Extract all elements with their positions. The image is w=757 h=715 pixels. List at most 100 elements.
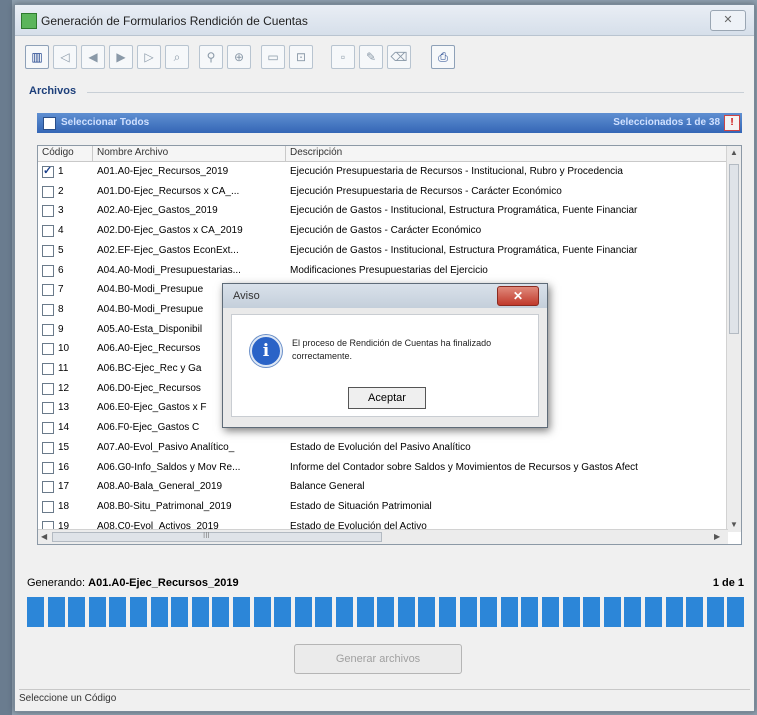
zoom-icon[interactable]: ⊕ (227, 45, 251, 69)
cell-description: Ejecución Presupuestaria de Recursos - C… (290, 185, 562, 197)
scroll-left-icon[interactable]: ◀ (41, 532, 47, 541)
title-bar: Generación de Formularios Rendición de C… (15, 5, 754, 36)
progress-block (253, 597, 271, 627)
row-checkbox[interactable] (42, 185, 54, 198)
row-checkbox[interactable] (42, 244, 54, 257)
row-checkbox[interactable] (42, 500, 54, 513)
select-all-label[interactable]: Seleccionar Todos (61, 117, 149, 128)
cell-description: Ejecución de Gastos - Institucional, Est… (290, 244, 638, 256)
scroll-up-icon[interactable]: ▲ (730, 148, 738, 157)
column-divider[interactable] (92, 146, 93, 161)
table-row[interactable]: 15 A07.A0-Evol_Pasivo Analítico_ Estado de… (38, 438, 728, 458)
cell-description: Informe del Contador sobre Saldos y Movi… (290, 461, 638, 473)
progress-block (418, 597, 436, 627)
table-row[interactable]: 17 A08.A0-Bala_General_2019 Balance Genera… (38, 477, 728, 497)
row-checkbox[interactable] (42, 402, 54, 415)
cell-code: 7 (58, 284, 64, 296)
table-row[interactable]: 18 A08.B0-Situ_Patrimonal_2019 Estado de S… (38, 497, 728, 517)
desktop-background (0, 0, 12, 715)
progress-block (130, 597, 147, 627)
cell-file-name: A02.D0-Ejec_Gastos x CA_2019 (97, 225, 243, 237)
row-checkbox[interactable] (42, 225, 54, 238)
row-checkbox[interactable] (42, 343, 54, 356)
row-checkbox[interactable] (42, 382, 54, 395)
row-checkbox[interactable] (42, 481, 54, 494)
table-row[interactable]: 4 A02.D0-Ejec_Gastos x CA_2019 Ejecución d… (38, 221, 728, 241)
save-icon[interactable]: ▭ (261, 45, 285, 69)
cell-description: Ejecución de Gastos - Institucional, Est… (290, 205, 638, 217)
info-icon[interactable]: ! (724, 115, 740, 131)
print-icon[interactable]: ⎙ (431, 45, 455, 69)
group-divider (87, 92, 744, 93)
column-header-code[interactable]: Código (42, 147, 74, 158)
cell-file-name: A04.A0-Modi_Presupuestarias... (97, 264, 241, 276)
row-checkbox[interactable] (42, 205, 54, 218)
cell-code: 15 (58, 441, 70, 453)
row-checkbox[interactable] (42, 166, 54, 178)
table-row[interactable]: 6 A04.A0-Modi_Presupuestarias... Modificac… (38, 261, 728, 281)
cell-file-name: A08.A0-Bala_General_2019 (97, 481, 223, 493)
row-checkbox[interactable] (42, 461, 54, 474)
column-divider[interactable] (285, 146, 286, 161)
cell-code: 1 (58, 166, 64, 177)
cell-description: Ejecución de Gastos - Carácter Económico (290, 225, 482, 237)
row-checkbox[interactable] (42, 303, 54, 316)
cell-code: 11 (58, 363, 69, 374)
row-checkbox[interactable] (42, 264, 54, 277)
row-checkbox[interactable] (42, 323, 54, 336)
scroll-right-icon[interactable]: ▶ (714, 532, 720, 541)
progress-block (706, 597, 724, 627)
row-checkbox[interactable] (42, 441, 54, 454)
cell-file-name: A01.D0-Ejec_Recursos x CA_... (97, 185, 240, 197)
next-icon[interactable]: ▶ (109, 45, 133, 69)
cell-code: 2 (58, 185, 64, 197)
progress-block (603, 597, 621, 627)
row-checkbox[interactable] (42, 284, 54, 297)
horizontal-scrollbar[interactable]: ◀ III ▶ (38, 529, 728, 544)
row-checkbox[interactable] (42, 363, 54, 375)
toolbar: ▥ ◁ ◀ ▶ ▷ ⌕ ⚲ ⊕ ▭ ⊡ ▫ ✎ ⌫ ⎙ (21, 43, 749, 73)
dialog-title-bar: Aviso ✕ (223, 284, 547, 308)
blank-icon[interactable]: ▫ (331, 45, 355, 69)
progress-block (439, 597, 456, 627)
scroll-down-icon[interactable]: ▼ (730, 520, 738, 529)
table-row[interactable]: 16 A06.G0-Info_Saldos y Mov Re... Informe … (38, 458, 728, 478)
cell-code: 16 (58, 461, 70, 473)
close-button[interactable]: ✕ (710, 10, 746, 31)
accept-button[interactable]: Aceptar (348, 387, 426, 409)
table-row[interactable]: 5 A02.EF-Ejec_Gastos EconExt... Ejecución … (38, 241, 728, 261)
generate-files-button[interactable]: Generar archivos (294, 644, 462, 674)
binoculars-icon[interactable]: ⚲ (199, 45, 223, 69)
select-all-checkbox[interactable] (43, 117, 56, 130)
generation-status: Generando: A01.A0-Ejec_Recursos_2019 1 d… (27, 577, 744, 595)
horizontal-scroll-thumb[interactable]: III (52, 531, 382, 542)
list-icon[interactable]: ▥ (25, 45, 49, 69)
column-header-name[interactable]: Nombre Archivo (97, 147, 168, 158)
table-header: Código Nombre Archivo Descripción (38, 146, 728, 162)
row-checkbox[interactable] (42, 422, 54, 435)
information-icon: i (250, 335, 282, 367)
dialog-close-button[interactable]: ✕ (497, 286, 539, 306)
table-row[interactable]: 3 A02.A0-Ejec_Gastos_2019 Ejecución de Gas… (38, 201, 728, 221)
cell-code: 18 (58, 500, 70, 512)
progress-block (377, 597, 395, 627)
forward-icon[interactable]: ▷ (137, 45, 161, 69)
vertical-scroll-thumb[interactable] (729, 164, 739, 334)
selected-count: Seleccionados 1 de 38 (613, 117, 720, 128)
find-icon[interactable]: ⌕ (165, 45, 189, 69)
scroll-grip: III (203, 531, 210, 540)
progress-block (212, 597, 230, 627)
back-icon[interactable]: ◁ (53, 45, 77, 69)
eraser-icon[interactable]: ⌫ (387, 45, 411, 69)
cell-description: Estado de Evolución del Pasivo Analítico (290, 441, 471, 453)
pen-icon[interactable]: ✎ (359, 45, 383, 69)
vertical-scrollbar[interactable]: ▲ ▼ (726, 146, 741, 532)
table-row[interactable]: 2 A01.D0-Ejec_Recursos x CA_... Ejecución … (38, 182, 728, 202)
progress-block (727, 597, 745, 627)
prev-icon[interactable]: ◀ (81, 45, 105, 69)
column-header-description[interactable]: Descripción (290, 147, 342, 158)
delete-icon[interactable]: ⊡ (289, 45, 313, 69)
notice-dialog: Aviso ✕ i El proceso de Rendición de Cue… (222, 283, 548, 428)
table-row[interactable]: 1 A01.A0-Ejec_Recursos_2019 Ejecución Pres… (38, 162, 728, 182)
cell-code: 17 (58, 481, 70, 493)
